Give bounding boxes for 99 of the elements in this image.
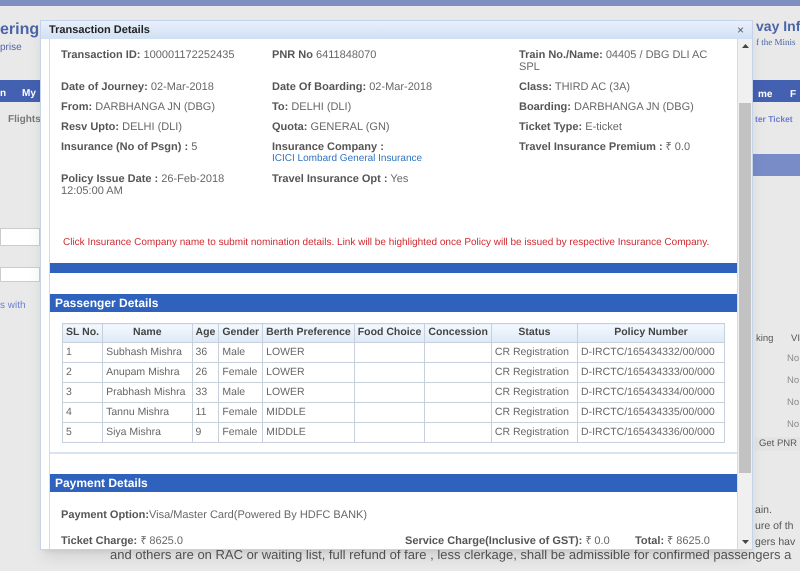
table-cell: CR Registration	[491, 342, 578, 362]
column-header-fragment: VI	[791, 332, 800, 346]
column-header: Concession	[424, 324, 492, 342]
column-header-fragment: king	[756, 332, 774, 346]
table-cell: 4	[62, 402, 103, 422]
table-cell: MIDDLE	[262, 402, 354, 422]
field-text: Date of Journey: 02-Mar-2018	[61, 81, 215, 95]
header-bar-fragment	[753, 154, 800, 176]
scroll-down-icon[interactable]	[742, 540, 748, 544]
table-cell: D-IRCTC/165434335/00/000	[578, 402, 724, 422]
subtitle-fragment: f the Minis	[756, 36, 796, 49]
table-cell: 5	[62, 422, 103, 442]
table-cell: 11	[192, 402, 219, 422]
charge-text: Total: ₹ 8625.0	[635, 534, 710, 548]
table-cell: Female	[218, 362, 263, 382]
tab-fragment: Flights	[8, 113, 41, 127]
column-header: Gender	[218, 324, 263, 342]
section-header: Passenger Details	[50, 294, 737, 312]
table-cell: CR Registration	[491, 422, 578, 442]
table-cell: D-IRCTC/165434336/00/000	[578, 422, 724, 442]
menu-fragment: me	[758, 88, 772, 102]
table-cell-fragment: No	[787, 352, 800, 366]
table-cell: MIDDLE	[262, 422, 354, 442]
notice-fragment: gers hav	[755, 535, 796, 550]
menu-bar-background	[0, 80, 40, 102]
table-cell: CR Registration	[491, 362, 578, 382]
table-cell: CR Registration	[491, 382, 578, 402]
table-cell: LOWER	[262, 342, 354, 362]
field-text: From: DARBHANGA JN (DBG)	[61, 101, 216, 115]
column-header: Name	[102, 324, 192, 342]
field-label: Insurance Company :	[272, 141, 385, 153]
table-cell: LOWER	[262, 382, 354, 402]
field-text: PNR No 6411848070	[272, 49, 378, 63]
field-text: Travel Insurance Opt : Yes	[272, 173, 410, 187]
table-cell: Anupam Mishra	[102, 362, 192, 382]
field-text: Train No./Name: 04405 / DBG DLI AC SPL	[519, 49, 708, 75]
menu-fragment: n	[0, 87, 6, 101]
column-header: Policy Number	[578, 324, 724, 342]
text-fragment: s with	[0, 299, 26, 313]
charge-text: Service Charge(Inclusive of GST): ₹ 0.0	[405, 534, 611, 548]
table-cell-fragment: No	[787, 396, 800, 410]
field-text: Policy Issue Date : 26-Feb-2018 12:05:00 AM	[61, 173, 226, 199]
menu-fragment: My	[22, 87, 36, 101]
scrollbar-thumb[interactable]	[739, 103, 751, 473]
subtitle-fragment: prise	[0, 41, 22, 55]
column-header: SL No.	[62, 324, 103, 342]
table-cell-fragment: No	[787, 418, 800, 432]
field-text: Quota: GENERAL (GN)	[272, 121, 391, 135]
field-text: To: DELHI (DLI)	[272, 101, 352, 115]
table-cell-fragment: No	[787, 374, 800, 388]
table-cell: 2	[62, 362, 103, 382]
section-header: Payment Details	[50, 474, 737, 492]
table-cell: 33	[192, 382, 219, 402]
close-button[interactable]: ×	[736, 24, 744, 36]
field-text: Boarding: DARBHANGA JN (DBG)	[519, 101, 695, 115]
charge-text: Ticket Charge: ₹ 8625.0	[61, 534, 184, 548]
field-text: Resv Upto: DELHI (DLI)	[61, 121, 184, 135]
table-cell: Prabhash Mishra	[102, 382, 192, 402]
field-text: Ticket Type: E-ticket	[519, 121, 623, 135]
get-pnr-button[interactable]: Get PNR	[755, 437, 800, 451]
table-cell: CR Registration	[491, 402, 578, 422]
table-cell: 3	[62, 382, 103, 402]
menu-bar-background	[753, 80, 800, 102]
link-fragment: ter Ticket	[755, 113, 793, 126]
table-cell: D-IRCTC/165434332/00/000	[578, 342, 724, 362]
table-cell: Female	[218, 402, 263, 422]
table-cell: 1	[62, 342, 103, 362]
column-header: Age	[192, 324, 219, 342]
notice-line: and others are on RAC or waiting list, full refund of fare , less clerkage, shall be admissible for confirmed passengers a	[110, 548, 792, 562]
table-cell: 9	[192, 422, 219, 442]
scroll-up-icon[interactable]	[742, 44, 748, 48]
table-cell: Siya Mishra	[102, 422, 192, 442]
column-header: Food Choice	[354, 324, 425, 342]
field-text: Travel Insurance Premium : ₹ 0.0	[519, 141, 692, 155]
notice-fragment: ure of th	[755, 519, 794, 534]
table-cell: Subhash Mishra	[102, 342, 192, 362]
dialog-title: Transaction Details	[49, 22, 150, 38]
notice-text: Click Insurance Company name to submit nomination details. Link will be highlighted once Policy will be issued by respective Insurance Company.	[62, 236, 710, 250]
field-text: Insurance (No of Psgn) : 5	[61, 141, 198, 155]
notice-fragment: ain.	[755, 503, 772, 518]
table-cell: 26	[192, 362, 219, 382]
field-text: Transaction ID: 100001172252435	[61, 49, 236, 63]
table-cell: Female	[218, 422, 263, 442]
payment-option: Payment Option:Visa/Master Card(Powered By HDFC BANK)	[50, 507, 737, 524]
heading-fragment: vay Inf	[756, 17, 800, 36]
table-cell: 36	[192, 342, 219, 362]
menu-fragment: F	[790, 88, 796, 102]
table-cell: Male	[218, 342, 263, 362]
field-text: Date Of Boarding: 02-Mar-2018	[272, 81, 434, 95]
table-cell: Tannu Mishra	[102, 402, 192, 422]
table-cell: D-IRCTC/165434333/00/000	[578, 362, 724, 382]
column-header: Berth Preference	[262, 324, 354, 342]
insurance-company-link[interactable]: ICICI Lombard General Insurance	[272, 153, 513, 165]
field-text: Class: THIRD AC (3A)	[519, 81, 632, 95]
table-cell: LOWER	[262, 362, 354, 382]
column-header: Status	[491, 324, 578, 342]
table-cell: D-IRCTC/165434334/00/000	[578, 382, 724, 402]
table-cell: Male	[218, 382, 263, 402]
heading-fragment: ering	[0, 20, 40, 40]
